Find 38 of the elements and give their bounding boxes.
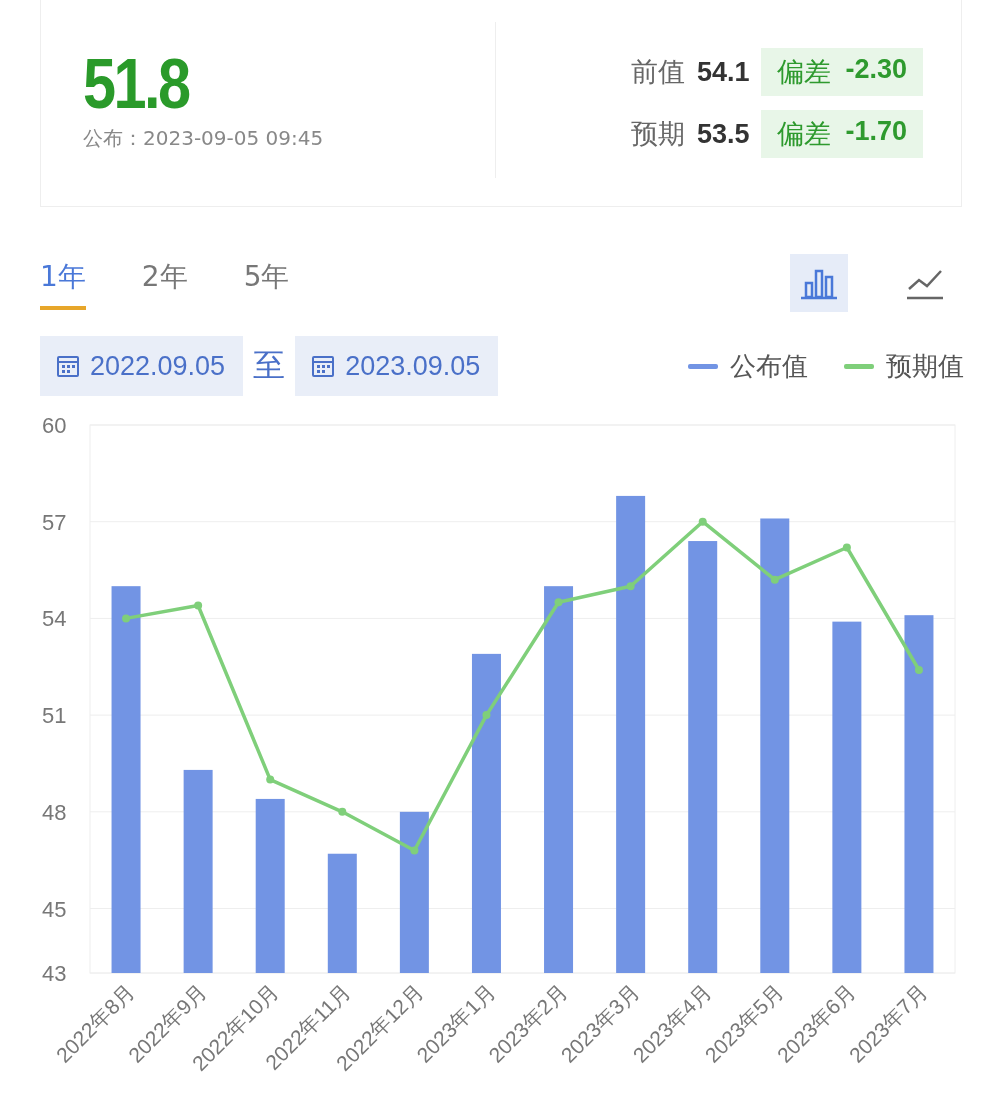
calendar-icon (311, 354, 336, 378)
y-axis-label: 43 (42, 961, 67, 986)
data-point (338, 807, 347, 816)
y-axis-label: 48 (42, 799, 67, 825)
legend-label: 公布值 (730, 349, 808, 383)
publish-time: 公布：2023-09-05 09:45 (83, 124, 325, 152)
data-point (770, 575, 779, 584)
indicator-value: 51.8 (83, 48, 189, 119)
bar-chart-button[interactable] (790, 254, 848, 312)
data-point (482, 711, 491, 720)
date-field[interactable]: 2023.09.05 (295, 336, 499, 396)
deviation-badge: 偏差 -2.30 (761, 48, 923, 96)
y-axis-label: 51 (42, 703, 67, 729)
date-field[interactable]: 2022.09.05 (40, 336, 244, 396)
comparison-label: 前值 (630, 55, 685, 89)
data-point (410, 846, 419, 855)
comparison-label: 预期 (630, 117, 685, 151)
data-point (914, 666, 923, 674)
comparison-value: 53.5 (696, 118, 750, 150)
y-axis-label: 60 (42, 413, 67, 438)
data-point (626, 582, 635, 591)
data-point (554, 598, 563, 607)
comparison-value: 54.1 (696, 56, 750, 88)
data-point (122, 614, 131, 623)
range-tab[interactable]: 5年 (243, 256, 290, 310)
range-tab[interactable]: 2年 (141, 256, 188, 310)
deviation-badge: 偏差 -1.70 (761, 110, 923, 158)
legend-label: 预期值 (886, 349, 964, 383)
range-separator: 至 (253, 345, 286, 386)
calendar-icon (56, 354, 80, 378)
y-axis-label: 54 (42, 606, 67, 632)
data-point (842, 543, 851, 552)
y-axis-label: 45 (42, 896, 67, 922)
data-point (266, 775, 275, 784)
y-axis-label: 57 (42, 509, 67, 535)
data-point (698, 517, 707, 526)
range-tab[interactable]: 1年 (40, 256, 86, 310)
data-point (194, 601, 203, 610)
